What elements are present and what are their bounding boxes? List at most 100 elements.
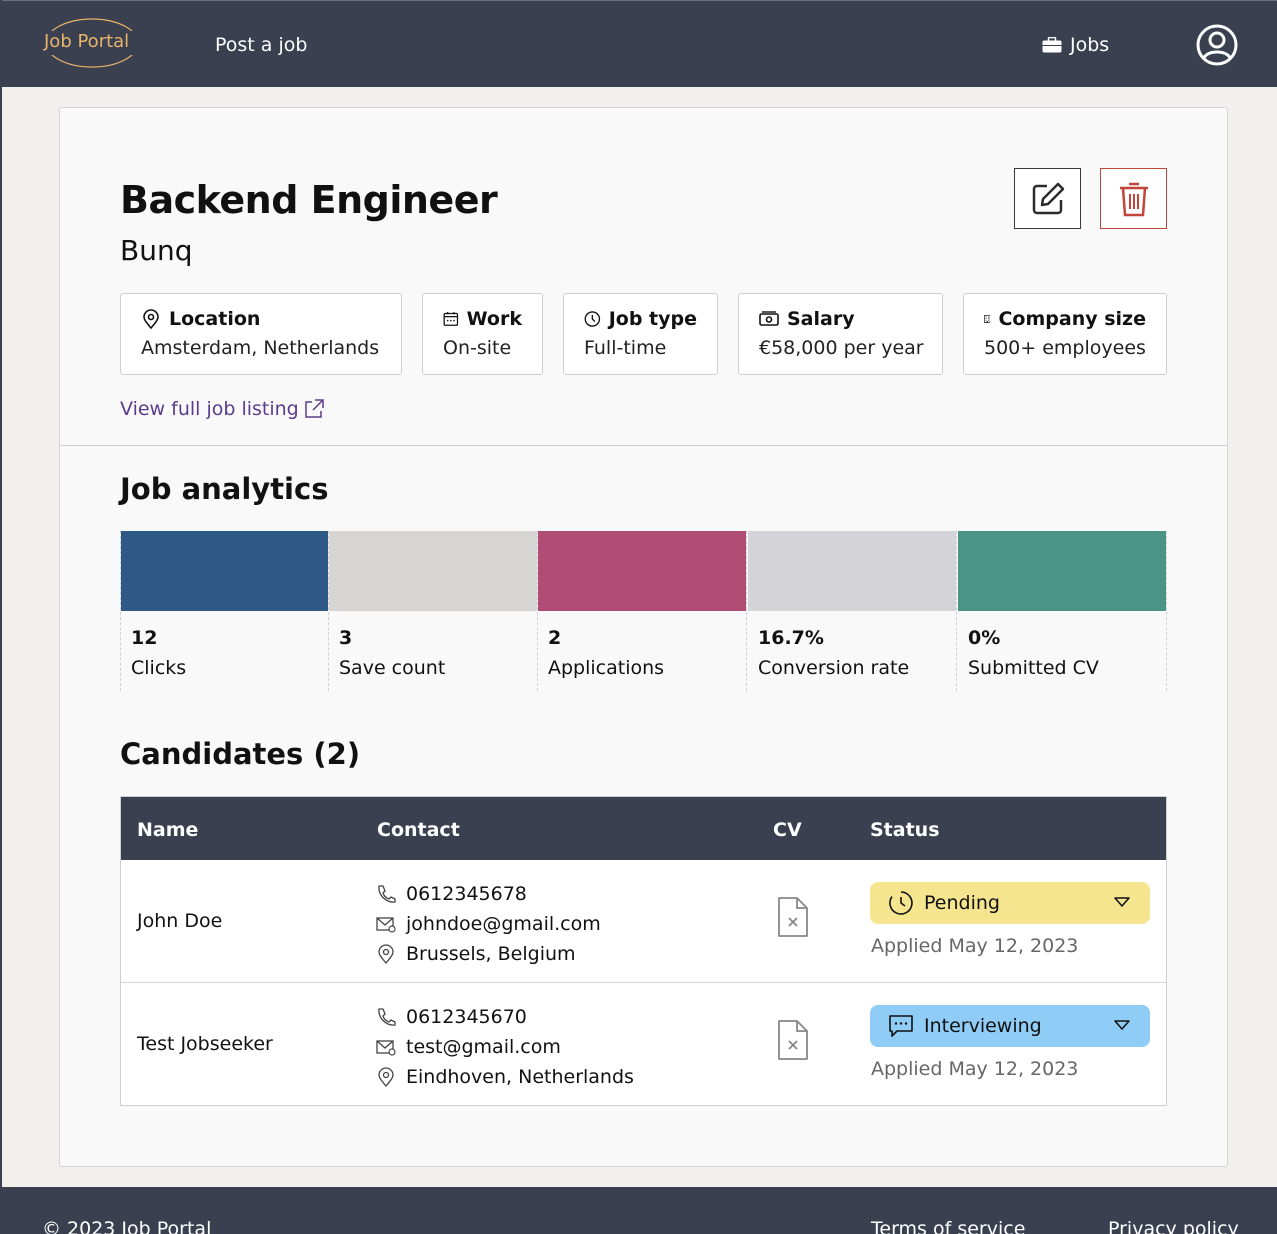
phone-icon [378, 1008, 396, 1026]
status-label: Interviewing [924, 1015, 1042, 1037]
info-work-label: Work [466, 308, 522, 330]
clock-icon [584, 311, 601, 327]
candidates-table: Name Contact CV Status John Doe 06123456… [120, 796, 1167, 1106]
email-icon [376, 917, 396, 933]
candidate-name: John Doe [137, 910, 223, 932]
post-job-link[interactable]: Post a job [215, 34, 307, 56]
metric-submitted-cv-value: 0% [968, 627, 1001, 649]
status-dropdown[interactable]: Interviewing [870, 1005, 1150, 1047]
privacy-link[interactable]: Privacy policy [1108, 1218, 1239, 1234]
metric-applications: 2 Applications [538, 531, 747, 691]
applied-date: Applied May 12, 2023 [871, 1058, 1079, 1080]
metric-clicks-label: Clicks [131, 657, 187, 679]
info-company-size: Company size 500+ employees [963, 293, 1167, 375]
info-salary: Salary €58,000 per year [738, 293, 943, 375]
analytics-title: Job analytics [120, 472, 329, 506]
status-label: Pending [924, 892, 1000, 914]
view-job-listing-link[interactable]: View full job listing [120, 398, 325, 420]
column-header-contact: Contact [377, 819, 460, 841]
metric-clicks-value: 12 [131, 627, 158, 649]
applied-date: Applied May 12, 2023 [871, 935, 1079, 957]
status-dropdown[interactable]: Pending [870, 882, 1150, 924]
info-location: Location Amsterdam, Netherlands [120, 293, 402, 375]
company-name: Bunq [120, 234, 193, 267]
candidate-contact: 0612345678 johndoe@gmail.com Brussels, B… [376, 879, 601, 969]
view-job-listing-label: View full job listing [120, 398, 299, 420]
table-row: Test Jobseeker 0612345670 test@gmail.com… [121, 983, 1166, 1106]
info-salary-value: €58,000 per year [759, 337, 924, 359]
info-job-type-value: Full-time [584, 337, 667, 359]
column-header-cv: CV [773, 819, 802, 841]
candidate-email[interactable]: test@gmail.com [406, 1036, 561, 1058]
candidate-location: Brussels, Belgium [406, 943, 576, 965]
chevron-down-icon [1114, 897, 1130, 907]
info-job-type-label: Job type [608, 308, 697, 330]
chat-icon [889, 1015, 913, 1037]
table-row: John Doe 0612345678 johndoe@gmail.com Br… [121, 860, 1166, 983]
chevron-down-icon [1114, 1020, 1130, 1030]
metric-submitted-cv-label: Submitted CV [968, 657, 1099, 679]
metric-save-count-bar [329, 531, 537, 611]
phone-icon [378, 885, 396, 903]
job-detail-card: Backend Engineer Bunq Location Amsterdam… [59, 107, 1228, 1167]
briefcase-icon [1042, 37, 1062, 53]
info-job-type: Job type Full-time [563, 293, 718, 375]
column-header-name: Name [137, 819, 199, 841]
terms-link[interactable]: Terms of service [871, 1218, 1025, 1234]
calendar-icon [443, 311, 459, 326]
candidate-name: Test Jobseeker [137, 1033, 273, 1055]
column-header-status: Status [870, 819, 940, 841]
candidate-phone: 0612345670 [406, 1006, 527, 1028]
candidate-location: Eindhoven, Netherlands [406, 1066, 634, 1088]
edit-job-button[interactable] [1014, 168, 1081, 229]
no-cv-file-icon[interactable] [777, 1019, 809, 1061]
metric-save-count-value: 3 [339, 627, 353, 649]
no-cv-file-icon[interactable] [777, 896, 809, 938]
info-salary-label: Salary [787, 308, 855, 330]
metric-save-count: 3 Save count [329, 531, 538, 691]
email-icon [376, 1040, 396, 1056]
metric-applications-label: Applications [548, 657, 665, 679]
metric-applications-value: 2 [548, 627, 562, 649]
external-link-icon [305, 399, 324, 418]
jobs-link[interactable]: Jobs [1042, 34, 1109, 56]
trash-icon [1119, 182, 1148, 216]
money-icon [759, 311, 779, 326]
map-pin-icon [378, 1067, 394, 1087]
footer: © 2023 Job Portal Terms of service Priva… [2, 1187, 1277, 1234]
info-location-value: Amsterdam, Netherlands [141, 337, 380, 359]
footer-copyright: © 2023 Job Portal [42, 1218, 212, 1234]
building-icon [984, 315, 991, 323]
metric-clicks-bar [121, 531, 328, 611]
metric-submitted-cv-bar [958, 531, 1166, 611]
metric-conversion-rate: 16.7% Conversion rate [748, 531, 957, 691]
metric-submitted-cv: 0% Submitted CV [958, 531, 1167, 691]
metric-save-count-label: Save count [339, 657, 446, 679]
delete-job-button[interactable] [1100, 168, 1167, 229]
metric-applications-bar [538, 531, 746, 611]
job-title: Backend Engineer [120, 178, 498, 222]
logo[interactable]: Job Portal [40, 17, 144, 71]
top-navbar: Job Portal Post a job Jobs [2, 0, 1277, 87]
section-divider [60, 445, 1227, 446]
map-pin-icon [378, 944, 394, 964]
info-company-size-value: 500+ employees [984, 337, 1146, 359]
candidate-contact: 0612345670 test@gmail.com Eindhoven, Net… [376, 1002, 634, 1092]
info-location-label: Location [169, 308, 261, 330]
info-work: Work On-site [422, 293, 543, 375]
info-company-size-label: Company size [998, 308, 1146, 330]
logo-text: Job Portal [44, 31, 130, 52]
candidate-phone: 0612345678 [406, 883, 527, 905]
table-header: Name Contact CV Status [121, 797, 1166, 860]
map-pin-icon [143, 309, 159, 329]
metric-clicks: 12 Clicks [120, 531, 329, 691]
metric-conversion-rate-bar [748, 531, 956, 611]
info-work-value: On-site [443, 337, 512, 359]
user-avatar-icon[interactable] [1196, 24, 1238, 66]
candidate-email[interactable]: johndoe@gmail.com [406, 913, 601, 935]
metric-conversion-rate-label: Conversion rate [758, 657, 910, 679]
clock-icon [889, 891, 913, 915]
edit-icon [1032, 182, 1064, 214]
jobs-link-label: Jobs [1070, 34, 1110, 56]
candidates-title: Candidates (2) [120, 737, 361, 771]
